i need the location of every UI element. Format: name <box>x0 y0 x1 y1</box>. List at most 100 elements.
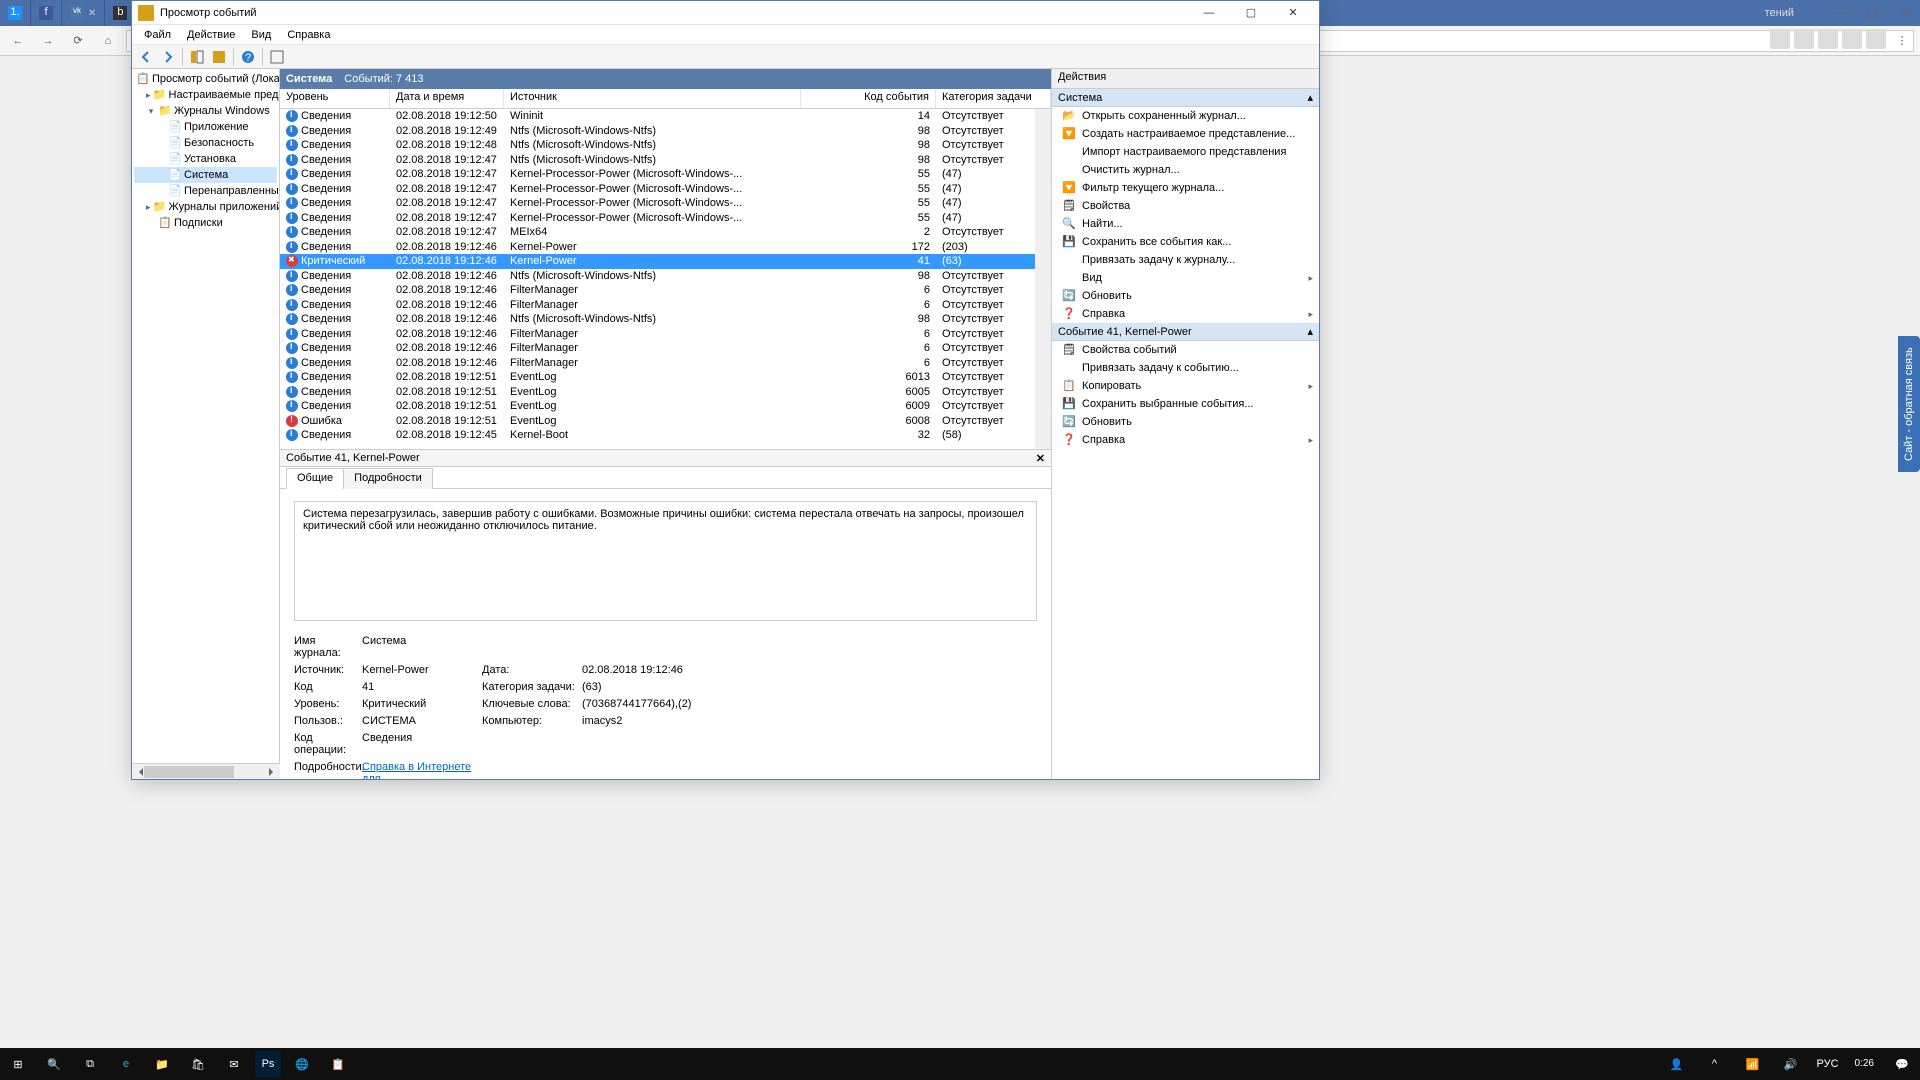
event-row[interactable]: Критический02.08.2018 19:12:46Kernel-Pow… <box>280 254 1051 269</box>
action-item[interactable]: Импорт настраиваемого представления <box>1052 143 1319 161</box>
action-item[interactable]: ❓Справка▸ <box>1052 305 1319 323</box>
extension-icon[interactable] <box>1770 29 1790 49</box>
tree-subscriptions[interactable]: 📋Подписки <box>134 215 277 231</box>
event-row[interactable]: Сведения02.08.2018 19:12:51EventLog6009О… <box>280 399 1051 414</box>
event-row[interactable]: Сведения02.08.2018 19:12:46FilterManager… <box>280 283 1051 298</box>
action-item[interactable]: 🗒Свойства событий <box>1052 341 1319 359</box>
people-icon[interactable]: 👤 <box>1659 1048 1695 1080</box>
grid-scrollbar-vertical[interactable] <box>1035 109 1051 449</box>
taskbar-app-chrome[interactable]: 🌐 <box>284 1048 320 1080</box>
maximize-button[interactable]: ▢ <box>1231 2 1271 24</box>
event-row[interactable]: Сведения02.08.2018 19:12:48Ntfs (Microso… <box>280 138 1051 153</box>
taskbar-app-eventviewer[interactable]: 📋 <box>320 1048 356 1080</box>
help-link[interactable]: Справка в Интернете для <box>362 761 482 779</box>
window-titlebar[interactable]: Просмотр событий — ▢ ✕ <box>132 1 1319 25</box>
action-item[interactable]: Привязать задачу к событию... <box>1052 359 1319 377</box>
event-row[interactable]: Сведения02.08.2018 19:12:50Wininit14Отсу… <box>280 109 1051 124</box>
toolbar-button[interactable] <box>267 47 287 67</box>
tab-details[interactable]: Подробности <box>343 468 433 489</box>
tree-log-application[interactable]: 📄Приложение <box>134 119 277 135</box>
action-item[interactable]: 🗒Свойства <box>1052 197 1319 215</box>
action-item[interactable]: Очистить журнал... <box>1052 161 1319 179</box>
close-icon[interactable]: ✕ <box>88 8 96 19</box>
browser-tab[interactable]: f <box>31 0 62 26</box>
forward-button[interactable]: → <box>36 29 60 53</box>
action-item[interactable]: Вид▸ <box>1052 269 1319 287</box>
home-button[interactable]: ⌂ <box>96 29 120 53</box>
event-grid[interactable]: Сведения02.08.2018 19:12:50Wininit14Отсу… <box>280 109 1051 449</box>
event-row[interactable]: Сведения02.08.2018 19:12:46Kernel-Power1… <box>280 240 1051 255</box>
close-button[interactable]: ✕ <box>1888 0 1920 26</box>
tray-up-icon[interactable]: ^ <box>1697 1048 1733 1080</box>
column-event-id[interactable]: Код события <box>801 89 936 108</box>
tree-log-forwarded[interactable]: 📄Перенаправленные соб <box>134 183 277 199</box>
task-view-button[interactable]: ⧉ <box>72 1048 108 1080</box>
close-button[interactable]: ✕ <box>1273 2 1313 24</box>
action-item[interactable]: 💾Сохранить все события как... <box>1052 233 1319 251</box>
action-item[interactable]: Привязать задачу к журналу... <box>1052 251 1319 269</box>
event-row[interactable]: Сведения02.08.2018 19:12:46Ntfs (Microso… <box>280 312 1051 327</box>
event-row[interactable]: Сведения02.08.2018 19:12:47Kernel-Proces… <box>280 182 1051 197</box>
column-source[interactable]: Источник <box>504 89 801 108</box>
tree-log-security[interactable]: 📄Безопасность <box>134 135 277 151</box>
language-indicator[interactable]: РУС <box>1811 1058 1845 1070</box>
minimize-button[interactable]: — <box>1189 2 1229 24</box>
nav-forward-button[interactable] <box>158 47 178 67</box>
event-row[interactable]: Сведения02.08.2018 19:12:46FilterManager… <box>280 298 1051 313</box>
column-category[interactable]: Категория задачи <box>936 89 1051 108</box>
feedback-tab[interactable]: Сайт - обратная связь <box>1898 336 1920 472</box>
browser-tab[interactable]: vk✕ <box>62 0 105 26</box>
event-row[interactable]: Сведения02.08.2018 19:12:46FilterManager… <box>280 327 1051 342</box>
actions-section-system[interactable]: Система▴ <box>1052 89 1319 107</box>
event-row[interactable]: Сведения02.08.2018 19:12:46FilterManager… <box>280 341 1051 356</box>
menu-view[interactable]: Вид <box>243 29 279 41</box>
tree-app-logs[interactable]: ▸📁Журналы приложений и сл <box>134 199 277 215</box>
network-icon[interactable]: 📶 <box>1735 1048 1771 1080</box>
notifications-icon[interactable]: 💬 <box>1884 1048 1920 1080</box>
action-item[interactable]: 🔍Найти... <box>1052 215 1319 233</box>
action-item[interactable]: 🔄Обновить <box>1052 287 1319 305</box>
event-row[interactable]: Сведения02.08.2018 19:12:49Ntfs (Microso… <box>280 124 1051 139</box>
taskbar-app-photoshop[interactable]: Ps <box>255 1051 281 1077</box>
action-item[interactable]: ❓Справка▸ <box>1052 431 1319 449</box>
event-row[interactable]: Сведения02.08.2018 19:12:46Ntfs (Microso… <box>280 269 1051 284</box>
detail-close-button[interactable]: ✕ <box>1036 452 1045 465</box>
tree-log-setup[interactable]: 📄Установка <box>134 151 277 167</box>
menu-button[interactable]: ⋮ <box>1890 29 1914 53</box>
action-item[interactable]: 🔽Создать настраиваемое представление... <box>1052 125 1319 143</box>
search-button[interactable]: 🔍 <box>36 1048 72 1080</box>
help-button[interactable]: ? <box>238 47 258 67</box>
menu-help[interactable]: Справка <box>279 29 338 41</box>
event-row[interactable]: Сведения02.08.2018 19:12:45Kernel-Boot32… <box>280 428 1051 443</box>
extension-icon[interactable] <box>1818 29 1838 49</box>
extension-icon[interactable] <box>1842 29 1862 49</box>
tree-scrollbar-horizontal[interactable] <box>132 763 280 779</box>
event-row[interactable]: Сведения02.08.2018 19:12:47Kernel-Proces… <box>280 167 1051 182</box>
maximize-button[interactable]: ▢ <box>1856 0 1888 26</box>
event-row[interactable]: Сведения02.08.2018 19:12:51EventLog6013О… <box>280 370 1051 385</box>
export-list-button[interactable] <box>209 47 229 67</box>
event-row[interactable]: Ошибка02.08.2018 19:12:51EventLog6008Отс… <box>280 414 1051 429</box>
menu-file[interactable]: Файл <box>136 29 179 41</box>
tree-windows-logs[interactable]: ▾📁Журналы Windows <box>134 103 277 119</box>
column-level[interactable]: Уровень <box>280 89 390 108</box>
actions-section-event[interactable]: Событие 41, Kernel-Power▴ <box>1052 323 1319 341</box>
menu-action[interactable]: Действие <box>179 29 243 41</box>
action-item[interactable]: 📂Открыть сохраненный журнал... <box>1052 107 1319 125</box>
event-message[interactable]: Система перезагрузилась, завершив работу… <box>294 501 1037 621</box>
event-row[interactable]: Сведения02.08.2018 19:12:46FilterManager… <box>280 356 1051 371</box>
column-date[interactable]: Дата и время <box>390 89 504 108</box>
action-item[interactable]: 🔽Фильтр текущего журнала... <box>1052 179 1319 197</box>
tree-log-system[interactable]: 📄Система <box>134 167 277 183</box>
tree-custom-views[interactable]: ▸📁Настраиваемые предста <box>134 87 277 103</box>
browser-tab[interactable]: 1. <box>0 0 31 26</box>
action-item[interactable]: 💾Сохранить выбранные события... <box>1052 395 1319 413</box>
tab-general[interactable]: Общие <box>286 468 344 489</box>
event-row[interactable]: Сведения02.08.2018 19:12:47Kernel-Proces… <box>280 196 1051 211</box>
extension-icon[interactable] <box>1794 29 1814 49</box>
extension-icon[interactable] <box>1866 29 1886 49</box>
show-hide-tree-button[interactable] <box>187 47 207 67</box>
action-item[interactable]: 🔄Обновить <box>1052 413 1319 431</box>
tree-root[interactable]: 📋Просмотр событий (Локальн <box>134 71 277 87</box>
taskbar-app-store[interactable]: 🛍 <box>180 1048 216 1080</box>
